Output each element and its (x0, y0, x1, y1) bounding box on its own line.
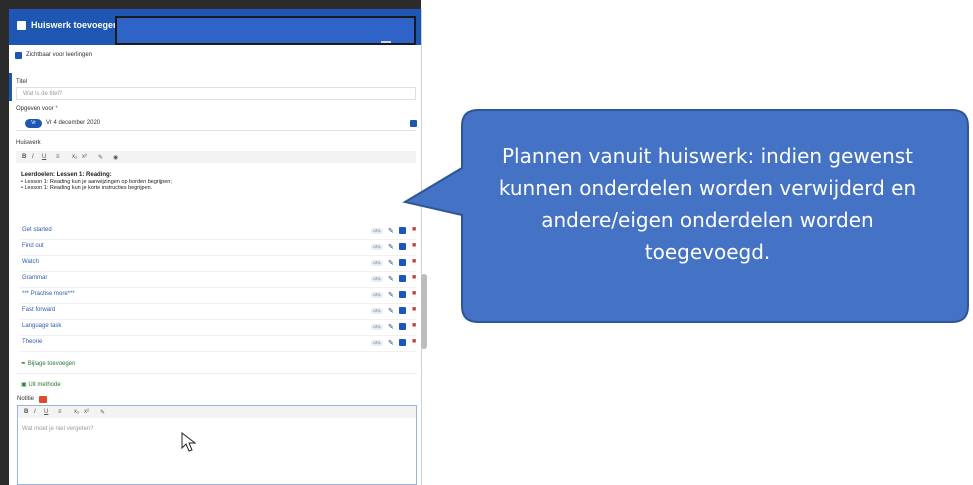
callout-text: Plannen vanuit huiswerk: indien gewenst … (498, 144, 917, 264)
